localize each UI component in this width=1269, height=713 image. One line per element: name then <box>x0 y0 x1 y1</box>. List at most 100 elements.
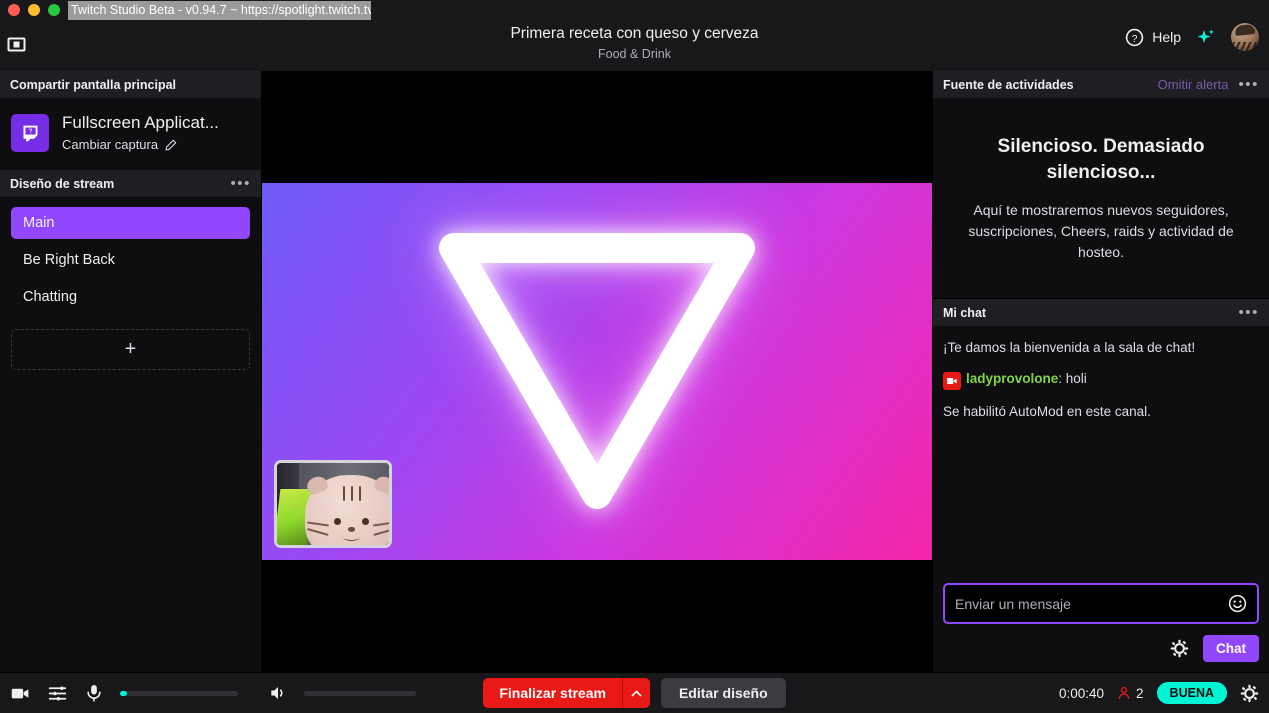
stream-status: 0:00:40 2 BUENA <box>1059 682 1259 704</box>
add-scene-label: + <box>124 338 137 360</box>
stream-layout-label: Diseño de stream <box>10 176 115 191</box>
scene-label: Chatting <box>23 289 78 305</box>
twitch-studio-window: Twitch Studio Beta - v0.94.7 ~ https://s… <box>0 0 1269 713</box>
stream-preview[interactable] <box>262 71 932 672</box>
chevron-up-icon[interactable] <box>621 678 650 708</box>
twitch-glitch-icon: ? <box>11 114 49 152</box>
window-title: Twitch Studio Beta - v0.94.7 ~ https://s… <box>68 1 371 20</box>
viewer-count-value: 2 <box>1136 685 1144 701</box>
cat-whisker <box>307 527 329 536</box>
scene-label: Be Right Back <box>23 252 115 268</box>
maximize-window-button[interactable] <box>48 4 60 16</box>
screenshare-header-label: Compartir pantalla principal <box>10 77 177 92</box>
chat-message-system: ¡Te damos la bienvenida a la sala de cha… <box>943 340 1196 355</box>
help-button[interactable]: ? Help <box>1125 28 1181 47</box>
cat-whisker <box>373 521 389 527</box>
chat-input-placeholder: Enviar un mensaje <box>955 595 1071 612</box>
stream-info: Primera receta con queso y cerveza Food … <box>0 24 1269 63</box>
window-traffic-lights <box>8 4 60 16</box>
cat-eye-right <box>362 518 369 525</box>
cat-mouth <box>343 533 360 541</box>
minimize-window-button[interactable] <box>28 4 40 16</box>
avatar[interactable] <box>1231 23 1259 51</box>
scene-item-main[interactable]: Main <box>11 207 250 239</box>
gear-icon[interactable] <box>1170 639 1189 658</box>
svg-text:?: ? <box>1132 33 1138 44</box>
webcam-thumbnail[interactable] <box>274 460 392 548</box>
question-circle-icon: ? <box>1126 28 1144 46</box>
media-controls <box>10 683 416 704</box>
bottom-toolbar: Finalizar stream Editar diseño 0:00:40 2… <box>0 672 1269 713</box>
activity-feed-label: Fuente de actividades <box>943 77 1074 92</box>
scene-list: Main Be Right Back Chatting <box>0 197 261 318</box>
ellipsis-icon[interactable]: ••• <box>1238 77 1259 92</box>
cat-whisker <box>307 521 329 527</box>
scene-item-chatting[interactable]: Chatting <box>11 281 250 313</box>
video-camera-icon[interactable] <box>10 683 31 704</box>
broadcaster-camera-badge <box>943 372 961 390</box>
cat-stripe <box>351 486 353 501</box>
add-scene-button[interactable]: + <box>11 329 250 370</box>
mic-level-slider[interactable] <box>120 690 238 696</box>
chat-text: holi <box>1065 371 1087 386</box>
chat-message-system: Se habilitó AutoMod en este canal. <box>943 404 1151 419</box>
skip-alert-button[interactable]: Omitir alerta <box>1158 77 1229 92</box>
preview-stage <box>262 183 932 560</box>
sparkle-icon[interactable] <box>1196 27 1216 47</box>
chat-username[interactable]: ladyprovolone <box>966 371 1058 386</box>
cat-stripe <box>359 486 361 501</box>
end-stream-group: Finalizar stream <box>483 678 650 708</box>
stream-layout-header: Diseño de stream ••• <box>0 170 261 197</box>
activity-empty-title: Silencioso. Demasiado silencioso... <box>997 135 1205 183</box>
pencil-icon <box>165 139 177 150</box>
ellipsis-icon[interactable]: ••• <box>1238 305 1259 320</box>
viewer-person-icon <box>1118 686 1130 700</box>
activity-feed-empty-state: Silencioso. Demasiado silencioso... Aquí… <box>933 98 1269 299</box>
scene-label: Main <box>23 215 55 231</box>
change-capture-label: Cambiar captura <box>62 137 159 152</box>
right-panel: Fuente de actividades Omitir alerta ••• … <box>932 71 1269 672</box>
microphone-icon[interactable] <box>84 683 104 703</box>
audio-mixer-icon[interactable] <box>47 683 68 704</box>
title-bar: Twitch Studio Beta - v0.94.7 ~ https://s… <box>0 0 1269 71</box>
change-capture-button[interactable]: Cambiar captura <box>62 136 219 154</box>
chat-input[interactable]: Enviar un mensaje <box>943 583 1259 624</box>
stream-timer: 0:00:40 <box>1058 685 1105 701</box>
activity-feed-header: Fuente de actividades Omitir alerta ••• <box>933 71 1269 98</box>
cat-whisker <box>373 527 389 536</box>
plush-cat <box>304 473 389 545</box>
screenshare-header: Compartir pantalla principal <box>0 71 261 98</box>
main-body: Compartir pantalla principal ? Fullscree… <box>0 71 1269 672</box>
cat-nose <box>348 527 355 532</box>
chat-input-area: Enviar un mensaje Chat <box>933 583 1269 672</box>
speaker-icon[interactable] <box>268 683 288 703</box>
stream-quality-badge[interactable]: BUENA <box>1156 682 1227 704</box>
left-sidebar: Compartir pantalla principal ? Fullscree… <box>0 71 262 672</box>
chat-action-row: Chat <box>943 635 1259 662</box>
chat-header: Mi chat ••• <box>933 299 1269 326</box>
edit-layout-button[interactable]: Editar diseño <box>660 678 786 708</box>
glowing-triangle-icon <box>432 232 762 512</box>
smiley-icon[interactable] <box>1228 594 1247 613</box>
gear-icon[interactable] <box>1240 684 1259 703</box>
chat-header-label: Mi chat <box>943 305 987 320</box>
volume-slider[interactable] <box>304 690 416 696</box>
help-label: Help <box>1152 29 1181 45</box>
chat-message-list: ¡Te damos la bienvenida a la sala de cha… <box>933 326 1269 583</box>
stream-category: Food & Drink <box>598 47 671 61</box>
capture-source-row[interactable]: ? Fullscreen Applicat... Cambiar captura <box>0 98 261 170</box>
close-window-button[interactable] <box>8 4 20 16</box>
capture-source-title: Fullscreen Applicat... <box>62 113 219 132</box>
cat-stripe <box>343 486 345 501</box>
titlebar-actions: ? Help <box>1125 23 1259 51</box>
end-stream-button[interactable]: Finalizar stream <box>483 678 622 708</box>
viewer-count: 2 <box>1117 686 1144 701</box>
scene-item-be-right-back[interactable]: Be Right Back <box>11 244 250 276</box>
ellipsis-icon[interactable]: ••• <box>230 176 251 191</box>
layout-panel-icon[interactable] <box>7 35 26 54</box>
activity-empty-body: Aquí te mostraremos nuevos seguidores, s… <box>968 201 1234 260</box>
send-chat-button[interactable]: Chat <box>1203 635 1259 662</box>
mic-level-indicator <box>120 690 127 696</box>
svg-text:?: ? <box>28 128 32 135</box>
chat-separator: : <box>1058 371 1066 386</box>
